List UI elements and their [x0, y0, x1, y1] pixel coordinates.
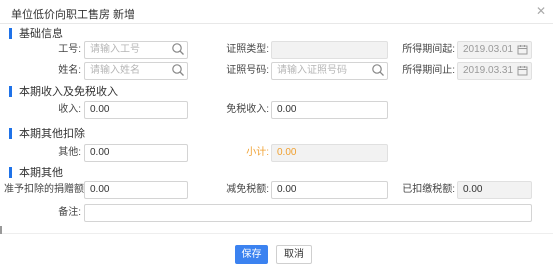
save-button[interactable]: 保存: [235, 245, 268, 264]
income-input[interactable]: 0.00: [84, 101, 188, 119]
tax-reduction-input[interactable]: 0.00: [271, 181, 388, 199]
footer-divider: [0, 233, 553, 234]
id-type-select[interactable]: [271, 41, 388, 59]
section-title: 本期其他扣除: [19, 128, 85, 140]
section-accent-bar: [9, 166, 12, 178]
donation-input[interactable]: 0.00: [84, 181, 188, 199]
remark-input[interactable]: [84, 204, 532, 222]
section-title: 本期其他: [19, 167, 63, 179]
search-icon[interactable]: [371, 63, 385, 77]
cancel-button[interactable]: 取消: [276, 245, 312, 264]
dialog-header: 单位低价向职工售房 新增 ✕: [0, 0, 553, 24]
taxfree-income-label: 免税收入:: [226, 104, 269, 115]
divider-mark: [0, 226, 2, 234]
withheld-tax-label: 已扣缴税额:: [402, 184, 455, 195]
id-no-label: 证照号码:: [226, 65, 269, 76]
emp-no-label: 工号:: [58, 44, 81, 55]
dialog: 单位低价向职工售房 新增 ✕ 基础信息 工号: 请输入工号 证照类型: 所得期间…: [0, 0, 553, 271]
name-label: 姓名:: [58, 65, 81, 76]
id-type-label: 证照类型:: [226, 44, 269, 55]
taxfree-income-input[interactable]: 0.00: [271, 101, 388, 119]
other-deduction-label: 其他:: [58, 147, 81, 158]
income-label: 收入:: [58, 104, 81, 115]
period-end-label: 所得期间止:: [402, 65, 455, 76]
section-accent-bar: [9, 27, 12, 39]
tax-reduction-label: 减免税额:: [226, 184, 269, 195]
period-start-label: 所得期间起:: [402, 44, 455, 55]
section-basic-info: 基础信息: [9, 26, 63, 40]
section-title: 基础信息: [19, 28, 63, 40]
subtotal-label: 小计:: [246, 147, 269, 158]
search-icon[interactable]: [171, 42, 185, 56]
calendar-icon[interactable]: [517, 44, 528, 55]
subtotal-field: 0.00: [271, 144, 388, 162]
section-other: 本期其他: [9, 165, 63, 179]
section-accent-bar: [9, 85, 12, 97]
section-accent-bar: [9, 127, 12, 139]
remark-label: 备注:: [58, 207, 81, 218]
section-income: 本期收入及免税收入: [9, 84, 118, 98]
section-title: 本期收入及免税收入: [19, 86, 118, 98]
dialog-title: 单位低价向职工售房 新增: [11, 9, 136, 21]
search-icon[interactable]: [171, 63, 185, 77]
withheld-tax-field: 0.00: [457, 181, 532, 199]
close-icon[interactable]: ✕: [536, 5, 546, 17]
section-deduction: 本期其他扣除: [9, 126, 85, 140]
calendar-icon[interactable]: [517, 65, 528, 76]
other-deduction-input[interactable]: 0.00: [84, 144, 188, 162]
donation-label: 准予扣除的捐赠额:: [4, 184, 87, 195]
